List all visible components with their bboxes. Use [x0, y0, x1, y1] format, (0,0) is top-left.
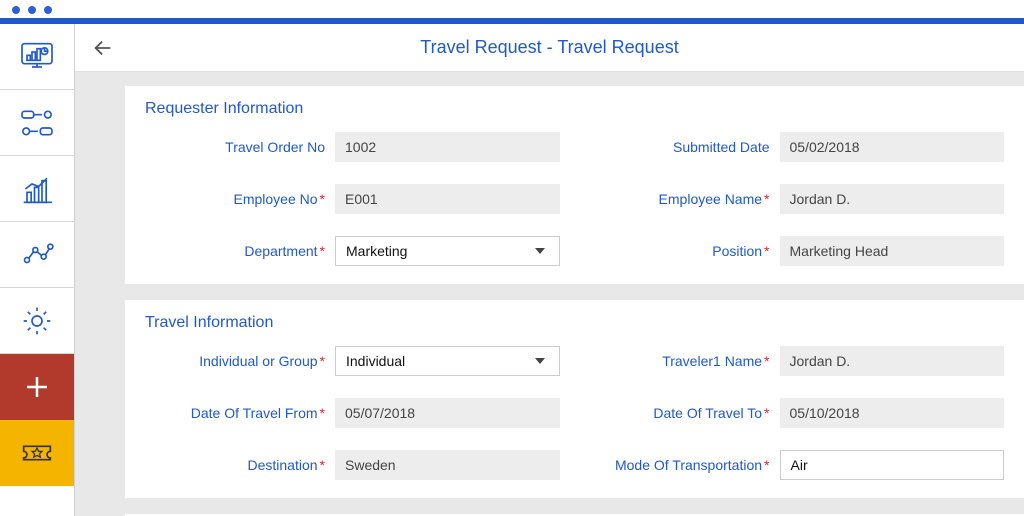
employee-name-input[interactable]: Jordan D.: [780, 184, 1005, 214]
form-scroll-area[interactable]: Requester Information Travel Order No 10…: [75, 72, 1024, 516]
position-input[interactable]: Marketing Head: [780, 236, 1005, 266]
field-employee-name: Employee Name* Jordan D.: [600, 184, 1005, 214]
field-label: Position*: [600, 243, 780, 259]
sidebar-item-workflow[interactable]: [0, 90, 74, 156]
panel-title: Requester Information: [145, 96, 1004, 118]
field-label: Destination*: [155, 457, 335, 473]
individual-or-group-select[interactable]: Individual: [335, 346, 560, 376]
field-label: Date Of Travel From*: [155, 405, 335, 421]
back-button[interactable]: [89, 34, 117, 62]
field-label: Submitted Date: [600, 139, 780, 155]
employee-no-input[interactable]: E001: [335, 184, 560, 214]
panel-requester-info: Requester Information Travel Order No 10…: [125, 86, 1024, 284]
window-dot: [28, 6, 36, 14]
bar-chart-icon: [17, 169, 57, 209]
gear-icon: [17, 301, 57, 341]
window-controls: [0, 0, 1024, 18]
field-label: Date Of Travel To*: [600, 405, 780, 421]
field-label: Department*: [155, 243, 335, 259]
field-date-to: Date Of Travel To* 05/10/2018: [600, 398, 1005, 428]
traveler1-name-input[interactable]: Jordan D.: [780, 346, 1005, 376]
field-label: Mode Of Transportation*: [600, 457, 780, 473]
page-header: Travel Request - Travel Request: [75, 24, 1024, 72]
workflow-icon: [17, 103, 57, 143]
plus-icon: [17, 367, 57, 407]
sidebar: [0, 24, 75, 516]
sidebar-item-settings[interactable]: [0, 288, 74, 354]
field-mode-of-transport: Mode Of Transportation* Air: [600, 450, 1005, 480]
mode-of-transport-input[interactable]: Air: [780, 450, 1005, 480]
field-position: Position* Marketing Head: [600, 236, 1005, 266]
field-individual-or-group: Individual or Group* Individual: [155, 346, 560, 376]
ticket-icon: [17, 433, 57, 473]
analytics-icon: [17, 235, 57, 275]
sidebar-item-add[interactable]: [0, 354, 74, 420]
field-label: Travel Order No: [155, 139, 335, 155]
panel-travel-info: Travel Information Individual or Group* …: [125, 300, 1024, 498]
sidebar-item-tickets[interactable]: [0, 420, 74, 486]
dashboard-monitor-icon: [17, 37, 57, 77]
submitted-date-input[interactable]: 05/02/2018: [780, 132, 1005, 162]
main-content: Travel Request - Travel Request Requeste…: [75, 24, 1024, 516]
field-label: Employee No*: [155, 191, 335, 207]
travel-order-no-input[interactable]: 1002: [335, 132, 560, 162]
arrow-left-icon: [92, 37, 114, 59]
page-title: Travel Request - Travel Request: [75, 37, 1024, 58]
field-destination: Destination* Sweden: [155, 450, 560, 480]
panel-title: Travel Information: [145, 310, 1004, 332]
window-dot: [12, 6, 20, 14]
sidebar-item-dashboard[interactable]: [0, 24, 74, 90]
field-employee-no: Employee No* E001: [155, 184, 560, 214]
date-from-input[interactable]: 05/07/2018: [335, 398, 560, 428]
field-department: Department* Marketing: [155, 236, 560, 266]
field-label: Traveler1 Name*: [600, 353, 780, 369]
sidebar-item-reports[interactable]: [0, 156, 74, 222]
field-traveler1-name: Traveler1 Name* Jordan D.: [600, 346, 1005, 376]
field-submitted-date: Submitted Date 05/02/2018: [600, 132, 1005, 162]
field-label: Employee Name*: [600, 191, 780, 207]
field-travel-order-no: Travel Order No 1002: [155, 132, 560, 162]
destination-input[interactable]: Sweden: [335, 450, 560, 480]
field-label: Individual or Group*: [155, 353, 335, 369]
sidebar-item-analytics[interactable]: [0, 222, 74, 288]
field-date-from: Date Of Travel From* 05/07/2018: [155, 398, 560, 428]
date-to-input[interactable]: 05/10/2018: [780, 398, 1005, 428]
department-select[interactable]: Marketing: [335, 236, 560, 266]
window-dot: [44, 6, 52, 14]
